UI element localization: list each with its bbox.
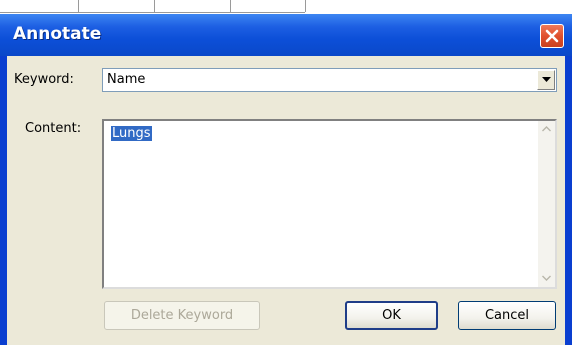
- ok-button[interactable]: OK: [345, 301, 438, 330]
- background-column-divider: [305, 0, 306, 12]
- keyword-dropdown-button[interactable]: [537, 70, 555, 90]
- dialog-title: Annotate: [13, 24, 102, 44]
- scroll-down-icon: [542, 275, 551, 281]
- scroll-up-button[interactable]: [538, 121, 555, 138]
- keyword-label: Keyword:: [14, 72, 74, 87]
- scroll-up-icon: [542, 126, 551, 132]
- content-scrollbar[interactable]: [538, 121, 555, 287]
- chevron-down-icon: [542, 77, 551, 82]
- keyword-dropdown[interactable]: Name: [102, 68, 557, 92]
- dialog-body: Keyword: Name Content: Lungs Delete Keyw…: [7, 56, 565, 345]
- cancel-button[interactable]: Cancel: [458, 301, 556, 330]
- background-window-header: [0, 0, 572, 14]
- delete-keyword-button[interactable]: Delete Keyword: [104, 301, 260, 330]
- close-icon: [545, 29, 559, 43]
- background-column-divider: [154, 0, 155, 12]
- title-bar[interactable]: Annotate: [0, 14, 572, 56]
- content-label: Content:: [25, 121, 82, 136]
- keyword-value: Name: [107, 72, 146, 87]
- content-selected-text: Lungs: [111, 126, 152, 141]
- content-textarea[interactable]: Lungs: [102, 119, 557, 289]
- background-column-divider: [78, 0, 79, 12]
- background-column-divider: [230, 0, 231, 12]
- close-button[interactable]: [540, 24, 564, 48]
- scroll-down-button[interactable]: [538, 270, 555, 287]
- background-row-line: [0, 12, 305, 13]
- annotate-dialog: Annotate Keyword: Name Content: Lungs De…: [0, 14, 572, 345]
